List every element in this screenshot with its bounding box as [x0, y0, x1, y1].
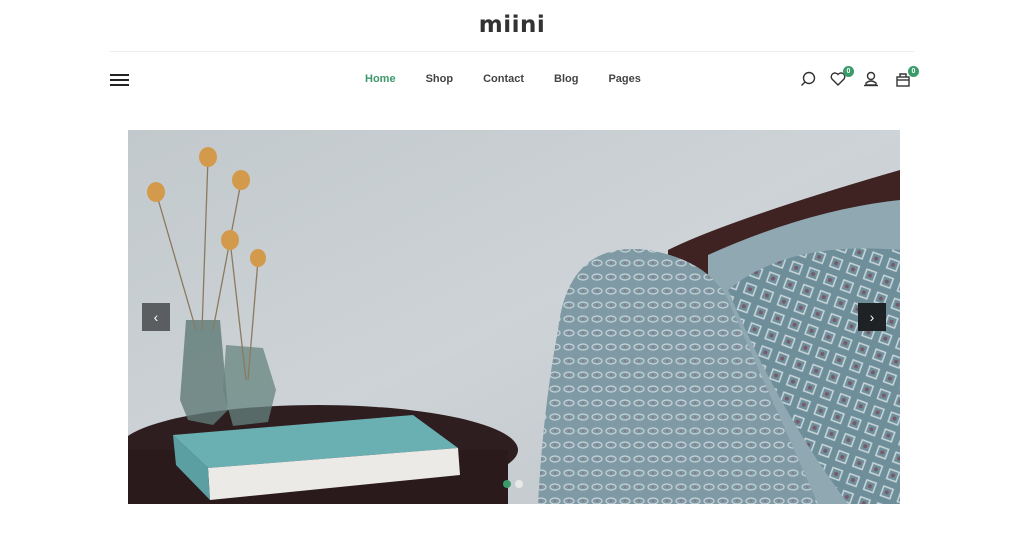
chevron-right-icon: ›	[869, 309, 875, 325]
search-icon[interactable]	[799, 70, 819, 90]
nav-item-shop[interactable]: Shop	[426, 73, 454, 85]
nav-item-contact[interactable]: Contact	[483, 73, 524, 85]
wishlist-button[interactable]: 0	[829, 66, 854, 90]
site-logo[interactable]: miini	[110, 12, 914, 38]
nav-item-pages[interactable]: Pages	[608, 73, 640, 85]
nav-item-home[interactable]: Home	[365, 73, 396, 85]
slider-dot-1[interactable]	[503, 480, 511, 488]
cart-button[interactable]: 0	[894, 66, 919, 90]
chevron-left-icon: ‹	[153, 309, 159, 325]
nav-item-blog[interactable]: Blog	[554, 73, 578, 85]
user-icon[interactable]	[862, 70, 882, 90]
main-nav: Home Shop Contact Blog Pages 0 0	[110, 62, 919, 98]
logo-bar: miini	[110, 0, 914, 52]
wishlist-count-badge: 0	[843, 66, 854, 77]
header-icons: 0 0	[794, 66, 919, 90]
slider-dot-2[interactable]	[515, 480, 523, 488]
hero-slide-image	[128, 130, 900, 504]
hamburger-menu-icon[interactable]	[110, 74, 129, 87]
hero-slider: ‹ ›	[128, 130, 900, 504]
cart-count-badge: 0	[908, 66, 919, 77]
slider-next-button[interactable]: ›	[858, 303, 886, 331]
slider-pagination	[503, 480, 523, 488]
slider-prev-button[interactable]: ‹	[142, 303, 170, 331]
nav-menu: Home Shop Contact Blog Pages	[365, 73, 641, 85]
